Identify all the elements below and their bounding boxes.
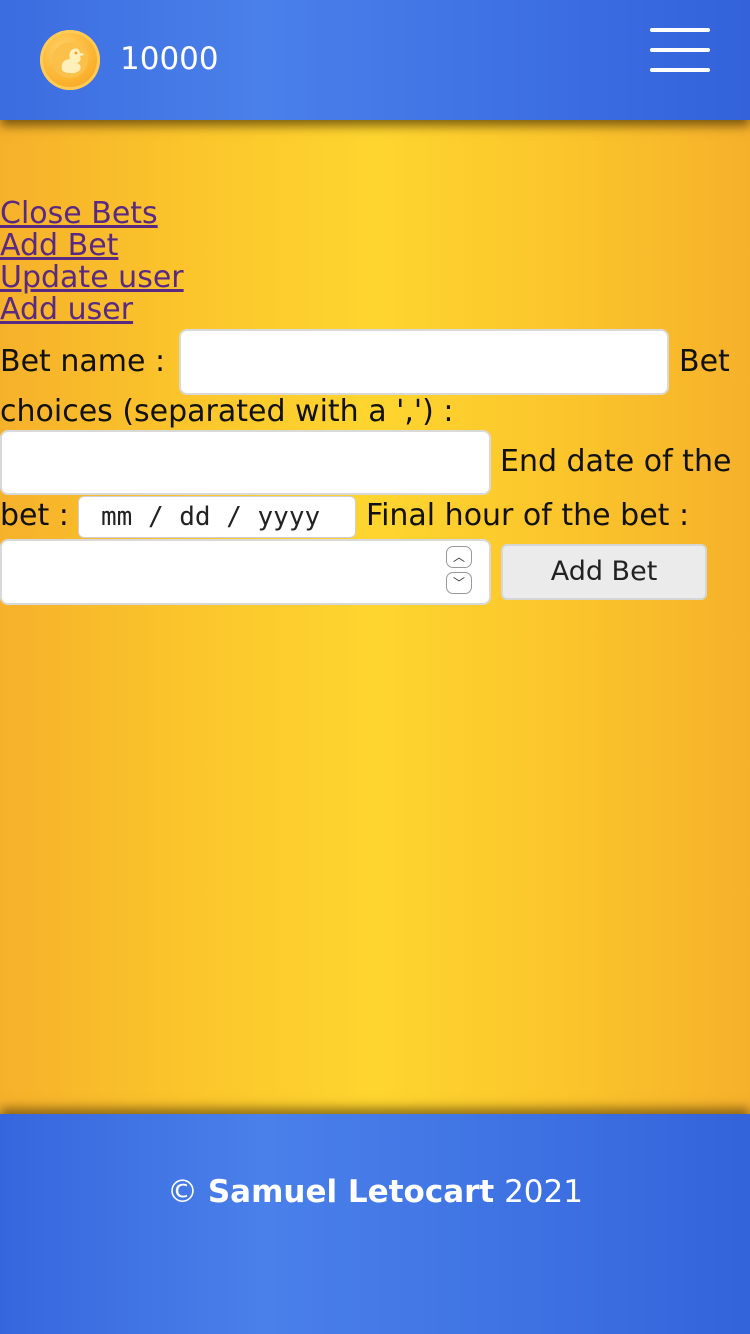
top-bar: 10000 (0, 0, 750, 120)
final-hour-stepper[interactable]: ︿ ﹀ (446, 546, 472, 596)
copyright-year: 2021 (504, 1174, 583, 1210)
end-date-input[interactable]: mm / dd / yyyy (78, 496, 356, 538)
coin-balance: 10000 (120, 41, 219, 77)
bet-choices-label-end: choices (separated with a ',') : (0, 394, 454, 429)
hamburger-menu-icon[interactable] (650, 28, 710, 74)
nav-link-update-user[interactable]: Update user (0, 262, 184, 294)
add-bet-button[interactable]: Add Bet (501, 544, 707, 600)
bet-name-label: Bet name : (0, 344, 166, 379)
copyright-text: © Samuel Letocart 2021 (0, 1172, 750, 1212)
admin-nav: Close Bets Add Bet Update user Add user (0, 198, 184, 326)
author-name: Samuel Letocart (207, 1174, 495, 1210)
nav-link-add-user[interactable]: Add user (0, 294, 184, 326)
final-hour-input[interactable] (0, 539, 491, 605)
stepper-down-icon[interactable]: ﹀ (446, 572, 472, 594)
nav-link-close-bets[interactable]: Close Bets (0, 198, 184, 230)
nav-link-add-bet[interactable]: Add Bet (0, 230, 184, 262)
footer: © Samuel Letocart 2021 (0, 1114, 750, 1334)
coin-icon (40, 30, 100, 90)
stepper-up-icon[interactable]: ︿ (446, 546, 472, 568)
copyright-symbol: © (167, 1174, 198, 1210)
end-date-label-end: bet : (0, 498, 69, 533)
bet-choices-input[interactable] (0, 430, 491, 495)
bet-name-input[interactable] (179, 329, 669, 395)
final-hour-label: Final hour of the bet : (366, 498, 690, 533)
end-date-label-start: End date of the (500, 444, 732, 479)
bet-choices-label-start: Bet (679, 344, 730, 379)
